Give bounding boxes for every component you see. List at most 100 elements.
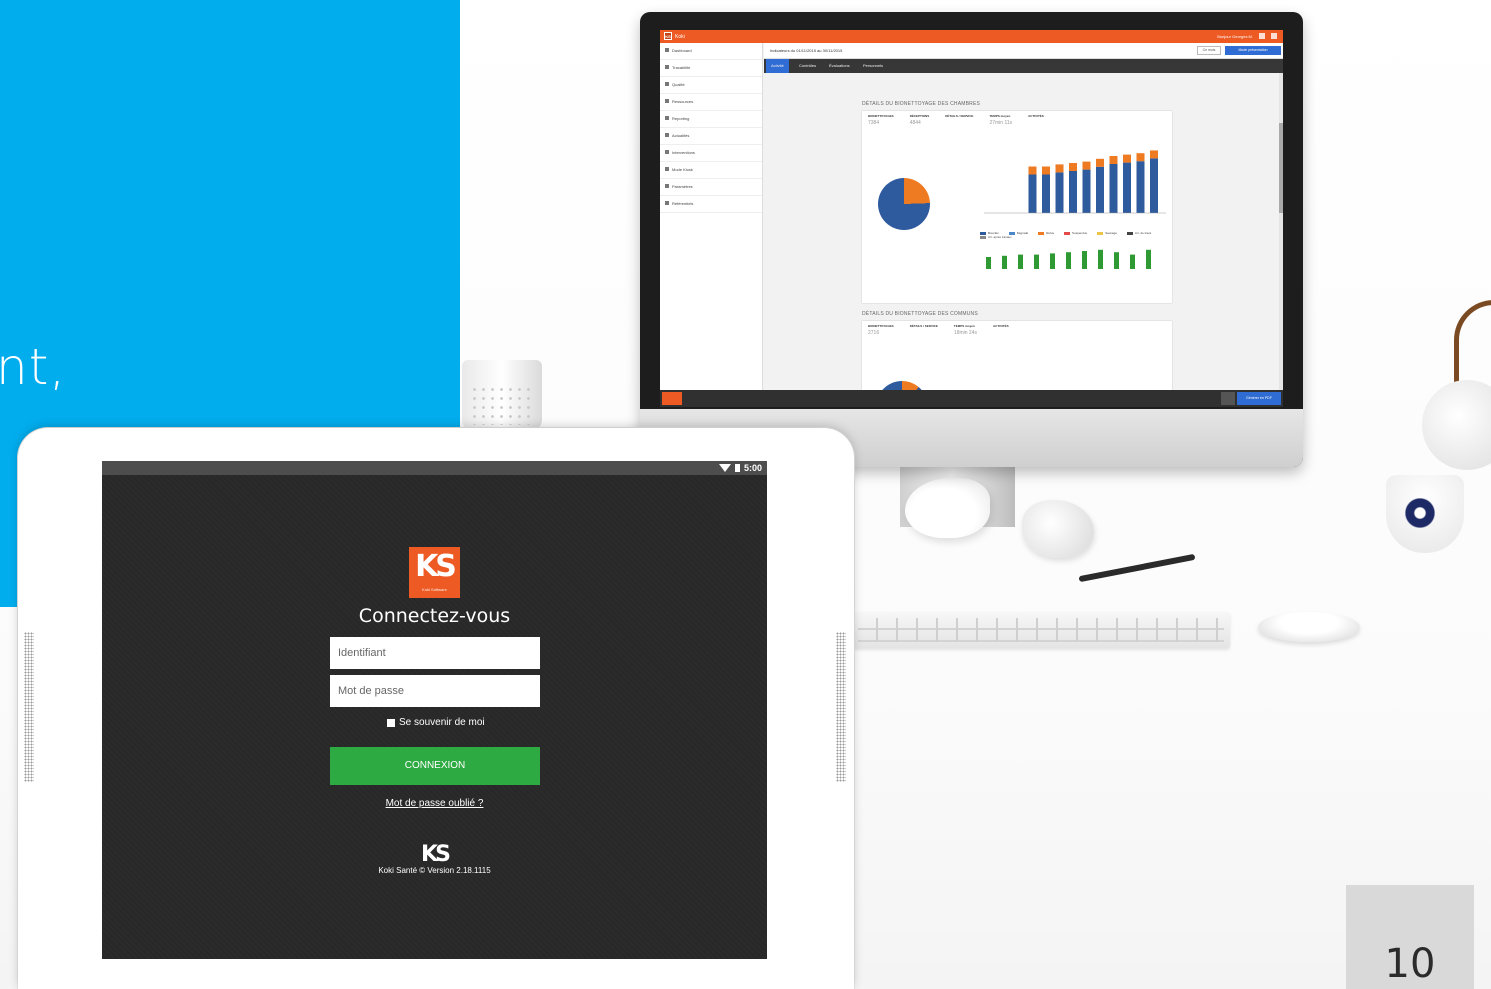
user-greeting[interactable]: Bonjour Georges M. — [1217, 34, 1253, 39]
slide: nt, KS Koki Bonjour Georges M. Dashboard… — [0, 0, 1491, 989]
dashboard-content: DÉTAILS DU BIONETTOYAGE DES CHAMBRES BIO… — [764, 73, 1283, 407]
kpi: DÉTAILS / SERVICE — [910, 324, 938, 336]
generate-pdf-button[interactable]: Générer en PDF — [1237, 392, 1281, 405]
bar-segment — [1109, 156, 1118, 164]
sidebar-item[interactable]: Tracabilité — [660, 60, 762, 77]
tab-controles[interactable]: Contrôles — [794, 59, 821, 73]
bar — [1098, 249, 1103, 269]
mail-icon[interactable] — [1259, 33, 1265, 39]
bar-segment — [1042, 166, 1050, 175]
bar — [1114, 252, 1119, 269]
sidebar-item[interactable]: Ressources — [660, 94, 762, 111]
bar-segment — [1136, 153, 1145, 162]
sidebar-item[interactable]: Qualité — [660, 77, 762, 94]
sidebar-item-label: Référentiels — [672, 201, 694, 206]
sidebar-item[interactable]: Mode Kiosk — [660, 162, 762, 179]
sidebar-item[interactable]: Dashboard — [660, 43, 762, 60]
ks-logo: KS Koki Software — [409, 547, 460, 598]
period-select[interactable]: Ce mois — [1197, 46, 1221, 55]
legend-item[interactable]: Refus — [1038, 231, 1054, 235]
bird-figurine-image — [905, 478, 990, 538]
kpi: TEMPS moyen 27min 11s — [989, 114, 1012, 126]
date-filter-bar: Indicateurs du 01/11/2015 au 30/11/2015 … — [764, 43, 1283, 59]
status-bar: 5:00 — [102, 461, 767, 475]
tool-icon — [665, 150, 669, 154]
date-range-text[interactable]: Indicateurs du 01/11/2015 au 30/11/2015 — [770, 48, 842, 53]
sidebar-item-label: Interventions — [672, 150, 695, 155]
image-icon[interactable] — [662, 392, 682, 405]
bar — [1050, 253, 1055, 269]
sidebar-item-label: Qualité — [672, 82, 685, 87]
bar — [1136, 161, 1145, 213]
sidebar-item-label: Tracabilité — [672, 65, 691, 70]
chambres-card: BIONETTOYAGES 7384 RÉCEPTIONS 4844 DÉTAILS /… — [862, 111, 1172, 303]
page-number-box: 10 — [1346, 885, 1474, 989]
app-logo-icon[interactable]: KS — [664, 32, 672, 40]
login-button[interactable]: CONNEXION — [330, 747, 540, 785]
app-title: Koki — [675, 34, 685, 40]
legend-item[interactable]: Suspendus — [1064, 231, 1087, 235]
kpi-label: DÉTAILS / SERVICE — [945, 114, 974, 118]
sidebar-item-label: Reporting — [672, 116, 690, 121]
kpi-label: ACTIVITÉS — [993, 324, 1009, 328]
tab-activite[interactable]: Activité — [766, 59, 789, 73]
bar — [1069, 171, 1077, 213]
mouse-image — [1258, 612, 1360, 642]
sidebar-item[interactable]: Reporting — [660, 111, 762, 128]
remember-me-label: Se souvenir de moi — [399, 717, 485, 728]
sidebar-item[interactable]: Interventions — [660, 145, 762, 162]
power-icon[interactable] — [1271, 33, 1277, 39]
desktop-monitor: KS Koki Bonjour Georges M. Dashboard Trac… — [640, 12, 1303, 467]
bar — [1150, 158, 1158, 213]
tab-personnels[interactable]: Personnels — [858, 59, 888, 73]
sidebar: Dashboard Tracabilité Qualité Ressources Rep… — [660, 43, 763, 390]
remember-me-row[interactable]: Se souvenir de moi — [387, 717, 485, 728]
section-title-communs: DÉTAILS DU BIONETTOYAGE DES COMMUNS — [862, 311, 978, 317]
desktop-app-screen: KS Koki Bonjour Georges M. Dashboard Trac… — [660, 30, 1283, 407]
wifi-icon — [719, 464, 731, 472]
kpi-value: 7384 — [868, 120, 880, 126]
app-footer: Générer en PDF — [660, 390, 1283, 407]
login-title: Connectez-vous — [358, 605, 511, 627]
password-input[interactable] — [330, 675, 540, 707]
scrollbar-thumb[interactable] — [1279, 123, 1283, 213]
ceramic-cup-image — [462, 360, 542, 430]
pencil-image — [1078, 553, 1196, 583]
legend-item[interactable]: Sauvage — [1097, 231, 1117, 235]
users-icon — [665, 99, 669, 103]
bar — [1042, 174, 1050, 213]
bar — [1146, 249, 1151, 269]
kpi-label: BIONETTOYAGES — [868, 324, 894, 328]
keyboard-image — [852, 612, 1230, 648]
bar-segment — [1096, 158, 1104, 167]
bar — [1123, 162, 1131, 213]
kpi-label: TEMPS moyen — [989, 114, 1011, 118]
teapot-image — [1404, 300, 1491, 470]
forgot-password-link[interactable]: Mot de passe oublié ? — [102, 798, 767, 809]
back-icon[interactable] — [1221, 392, 1235, 405]
version-text: Koki Santé © Version 2.18.1115 — [378, 866, 491, 875]
presentation-mode-button[interactable]: Mode présentation — [1225, 46, 1281, 55]
tablet-icon — [665, 167, 669, 171]
sidebar-item[interactable]: Référentiels — [660, 196, 762, 213]
sidebar-item-label: Dashboard — [672, 48, 692, 53]
kpi: RÉCEPTIONS 4844 — [910, 114, 930, 126]
sidebar-item[interactable]: Paramètres — [660, 179, 762, 196]
gear-icon — [665, 184, 669, 188]
bar — [1055, 172, 1064, 213]
sidebar-item[interactable]: Actualités — [660, 128, 762, 145]
scrollbar[interactable] — [1279, 73, 1283, 390]
app-header: KS Koki Bonjour Georges M. — [660, 30, 1283, 43]
kpi-row: BIONETTOYAGES 2716 DÉTAILS / SERVICE TEMPS … — [862, 321, 1172, 339]
sidebar-item-label: Actualités — [672, 133, 690, 138]
username-input[interactable] — [330, 637, 540, 669]
bar — [1082, 251, 1087, 269]
pie-chart — [878, 178, 930, 230]
remember-me-checkbox[interactable] — [387, 718, 395, 727]
tab-evaluations[interactable]: Évaluations — [824, 59, 855, 73]
bar-segment — [1069, 163, 1077, 171]
legend-item[interactable]: Arr. après travaux — [980, 235, 1012, 239]
tab-bar: Activité Contrôles Évaluations Personnel… — [764, 59, 1283, 73]
legend-item[interactable]: Arr. de traçé — [1126, 231, 1151, 235]
kpi-label: TEMPS moyen — [953, 324, 975, 328]
